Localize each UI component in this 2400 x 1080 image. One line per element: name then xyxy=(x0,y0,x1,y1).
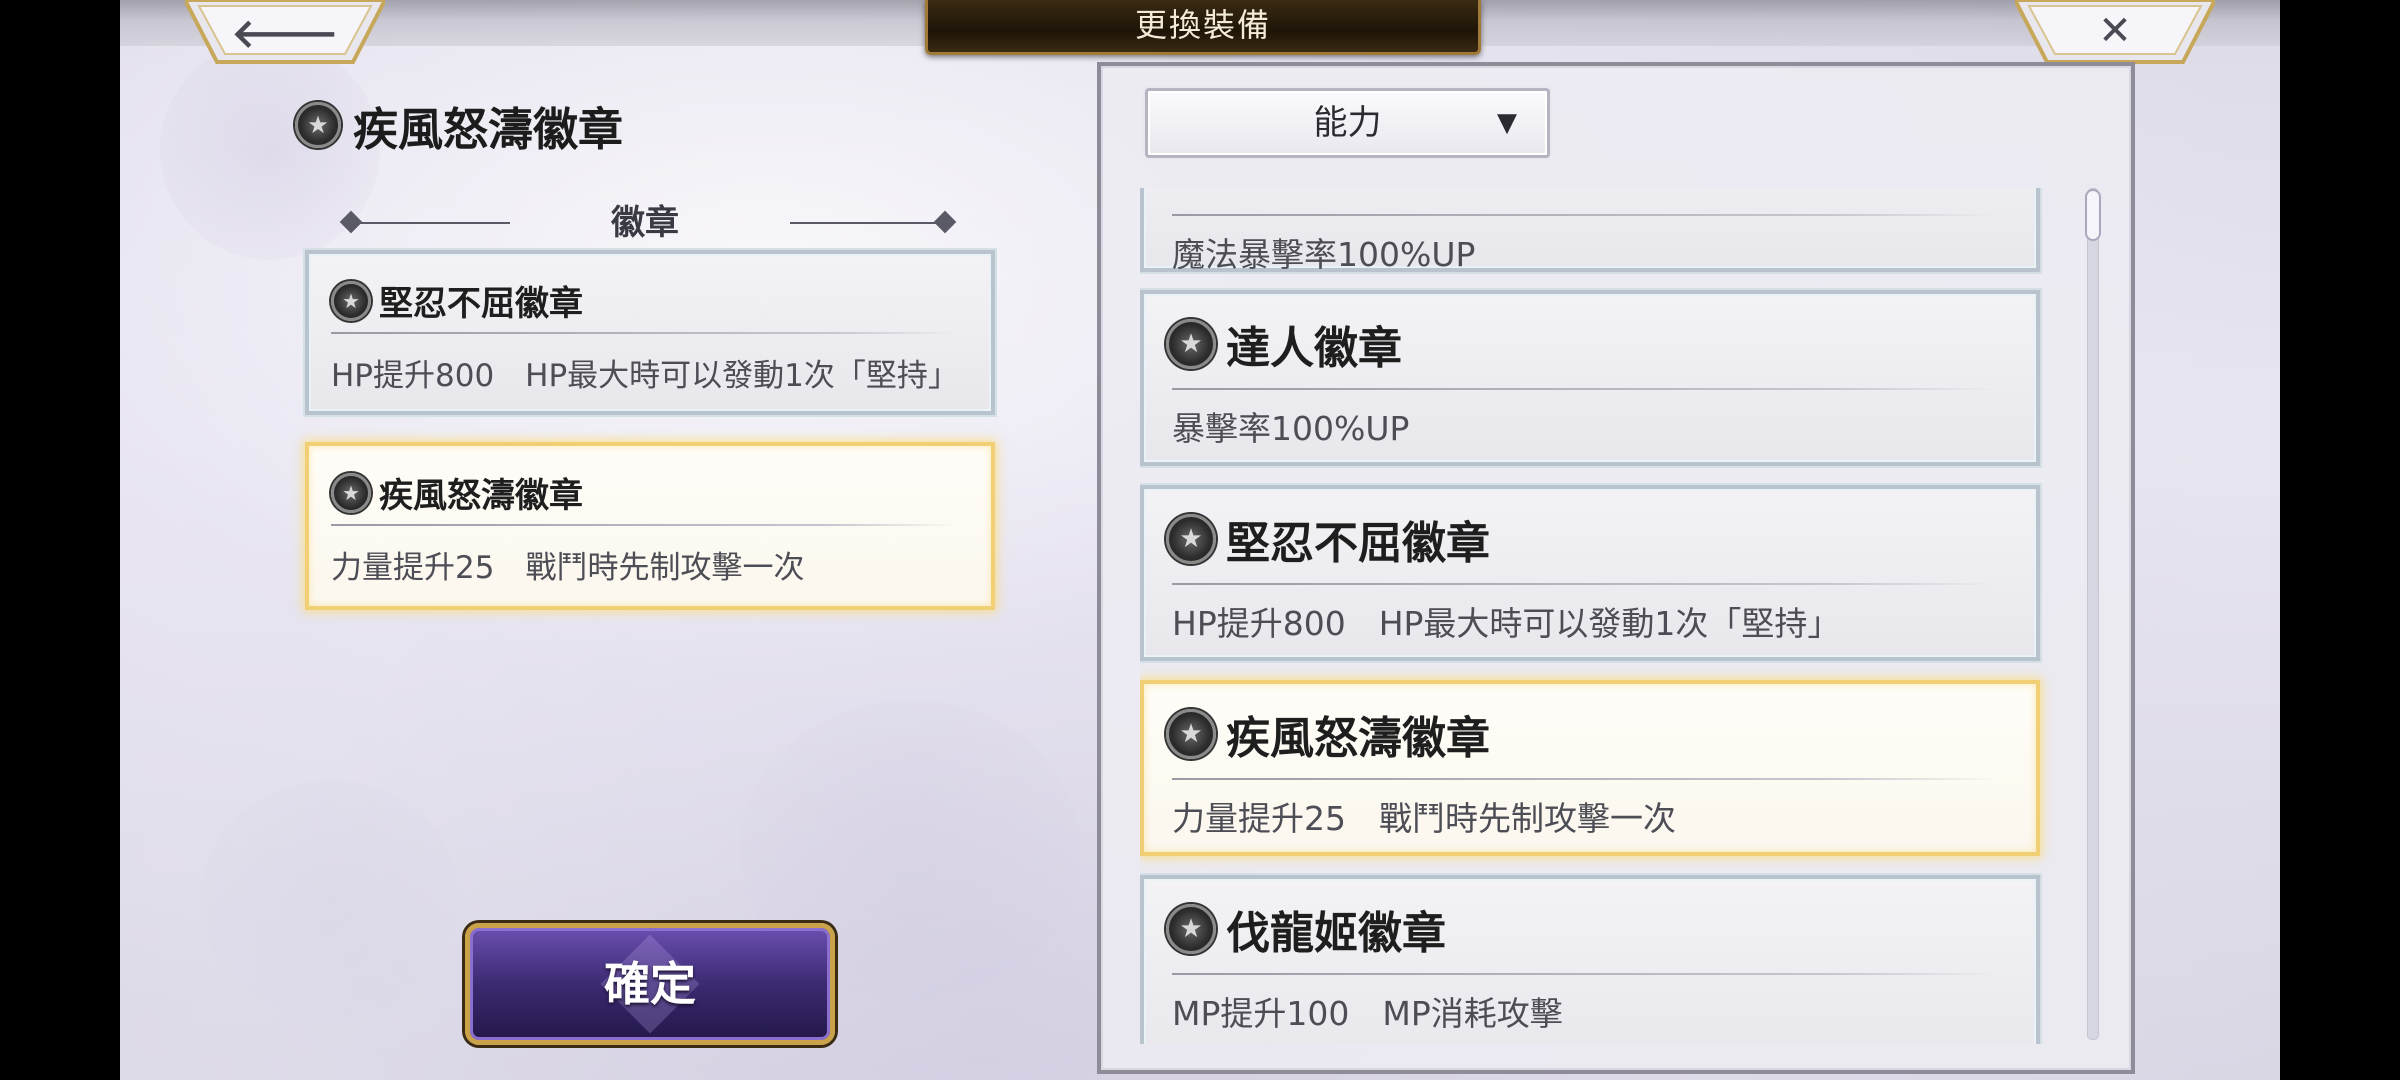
scrollbar-thumb[interactable] xyxy=(2085,189,2101,241)
card-description: 魔法暴擊率100%UP xyxy=(1172,235,1476,274)
equipped-slot-1[interactable]: ★ 堅忍不屈徽章 HP提升800 HP最大時可以發動1次「堅持」 xyxy=(305,250,995,415)
star-emblem-icon: ★ xyxy=(1166,514,1216,564)
card-header: ★ 疾風怒濤徽章 xyxy=(331,468,583,517)
card-header: ★ 堅忍不屈徽章 xyxy=(331,276,583,325)
back-button[interactable]: 🡐 xyxy=(185,0,385,66)
card-header: ★ 伐龍姬徽章 xyxy=(1166,897,1446,961)
card-divider xyxy=(331,524,955,526)
star-emblem-icon: ★ xyxy=(331,280,371,321)
close-button[interactable]: ✕ xyxy=(2015,0,2215,66)
section-header: 徽章 xyxy=(325,198,965,248)
screen-title-plate: 更換裝備 xyxy=(925,0,1481,55)
equipment-change-screen: 🡐 更換裝備 ✕ ★ 疾風怒濤徽章 徽章 ★ 堅忍不屈徽章 HP提升800 HP… xyxy=(120,0,2280,1080)
list-item-4[interactable]: ★ 疾風怒濤徽章 力量提升25 戰鬥時先制攻擊一次 xyxy=(1140,680,2040,856)
card-description: HP提升800 HP最大時可以發動1次「堅持」 xyxy=(331,358,959,394)
current-item-name: 疾風怒濤徽章 xyxy=(353,102,624,156)
star-emblem-icon: ★ xyxy=(331,472,371,513)
card-header: ★ 堅忍不屈徽章 xyxy=(1166,507,1490,571)
card-divider xyxy=(331,332,955,334)
star-emblem-icon: ★ xyxy=(295,102,341,148)
card-divider xyxy=(1172,583,1996,585)
close-x-icon: ✕ xyxy=(2098,8,2132,54)
current-item-title: ★ 疾風怒濤徽章 xyxy=(295,95,624,156)
star-emblem-icon: ★ xyxy=(1166,319,1216,369)
card-description: HP提升800 HP最大時可以發動1次「堅持」 xyxy=(1172,604,1841,643)
card-description: 力量提升25 戰鬥時先制攻擊一次 xyxy=(1172,799,1676,838)
arrow-left-icon: 🡐 xyxy=(231,11,339,57)
card-divider xyxy=(1172,388,1996,390)
star-emblem-icon: ★ xyxy=(1166,904,1216,954)
card-name: 疾風怒濤徽章 xyxy=(1226,713,1490,764)
equipped-slot-2[interactable]: ★ 疾風怒濤徽章 力量提升25 戰鬥時先制攻擊一次 xyxy=(305,442,995,610)
list-scrollbar[interactable] xyxy=(2085,188,2101,1040)
list-item-1[interactable]: 魔法暴擊率100%UP xyxy=(1140,188,2040,274)
item-list[interactable]: 魔法暴擊率100%UP ★ 達人徽章 暴擊率100%UP ★ 堅忍不屈徽章 HP… xyxy=(1140,188,2080,1044)
filter-label: 能力 xyxy=(1313,103,1382,143)
card-name: 伐龍姬徽章 xyxy=(1226,908,1446,959)
card-divider xyxy=(1172,214,1996,216)
confirm-button[interactable]: 確定 xyxy=(465,923,835,1045)
star-emblem-icon: ★ xyxy=(1166,709,1216,759)
card-description: 暴擊率100%UP xyxy=(1172,409,1410,448)
card-name: 堅忍不屈徽章 xyxy=(1226,518,1490,569)
confirm-label: 確定 xyxy=(604,957,696,1011)
card-divider xyxy=(1172,778,1996,780)
list-item-5[interactable]: ★ 伐龍姬徽章 MP提升100 MP消耗攻擊 xyxy=(1140,875,2040,1044)
card-name: 堅忍不屈徽章 xyxy=(379,284,583,324)
screen-title: 更換裝備 xyxy=(1134,6,1271,44)
filter-dropdown[interactable]: 能力 ▼ xyxy=(1145,88,1550,158)
card-description: MP提升100 MP消耗攻擊 xyxy=(1172,994,1563,1033)
card-header: ★ 達人徽章 xyxy=(1166,312,1402,376)
card-name: 達人徽章 xyxy=(1226,323,1402,374)
card-header: ★ 疾風怒濤徽章 xyxy=(1166,702,1490,766)
list-item-2[interactable]: ★ 達人徽章 暴擊率100%UP xyxy=(1140,290,2040,466)
ornament-line-right xyxy=(790,222,945,224)
card-divider xyxy=(1172,973,1996,975)
list-item-3[interactable]: ★ 堅忍不屈徽章 HP提升800 HP最大時可以發動1次「堅持」 xyxy=(1140,485,2040,661)
background-decoration xyxy=(200,780,460,1020)
card-description: 力量提升25 戰鬥時先制攻擊一次 xyxy=(331,550,805,586)
card-name: 疾風怒濤徽章 xyxy=(379,476,583,516)
chevron-down-icon: ▼ xyxy=(1497,108,1517,138)
